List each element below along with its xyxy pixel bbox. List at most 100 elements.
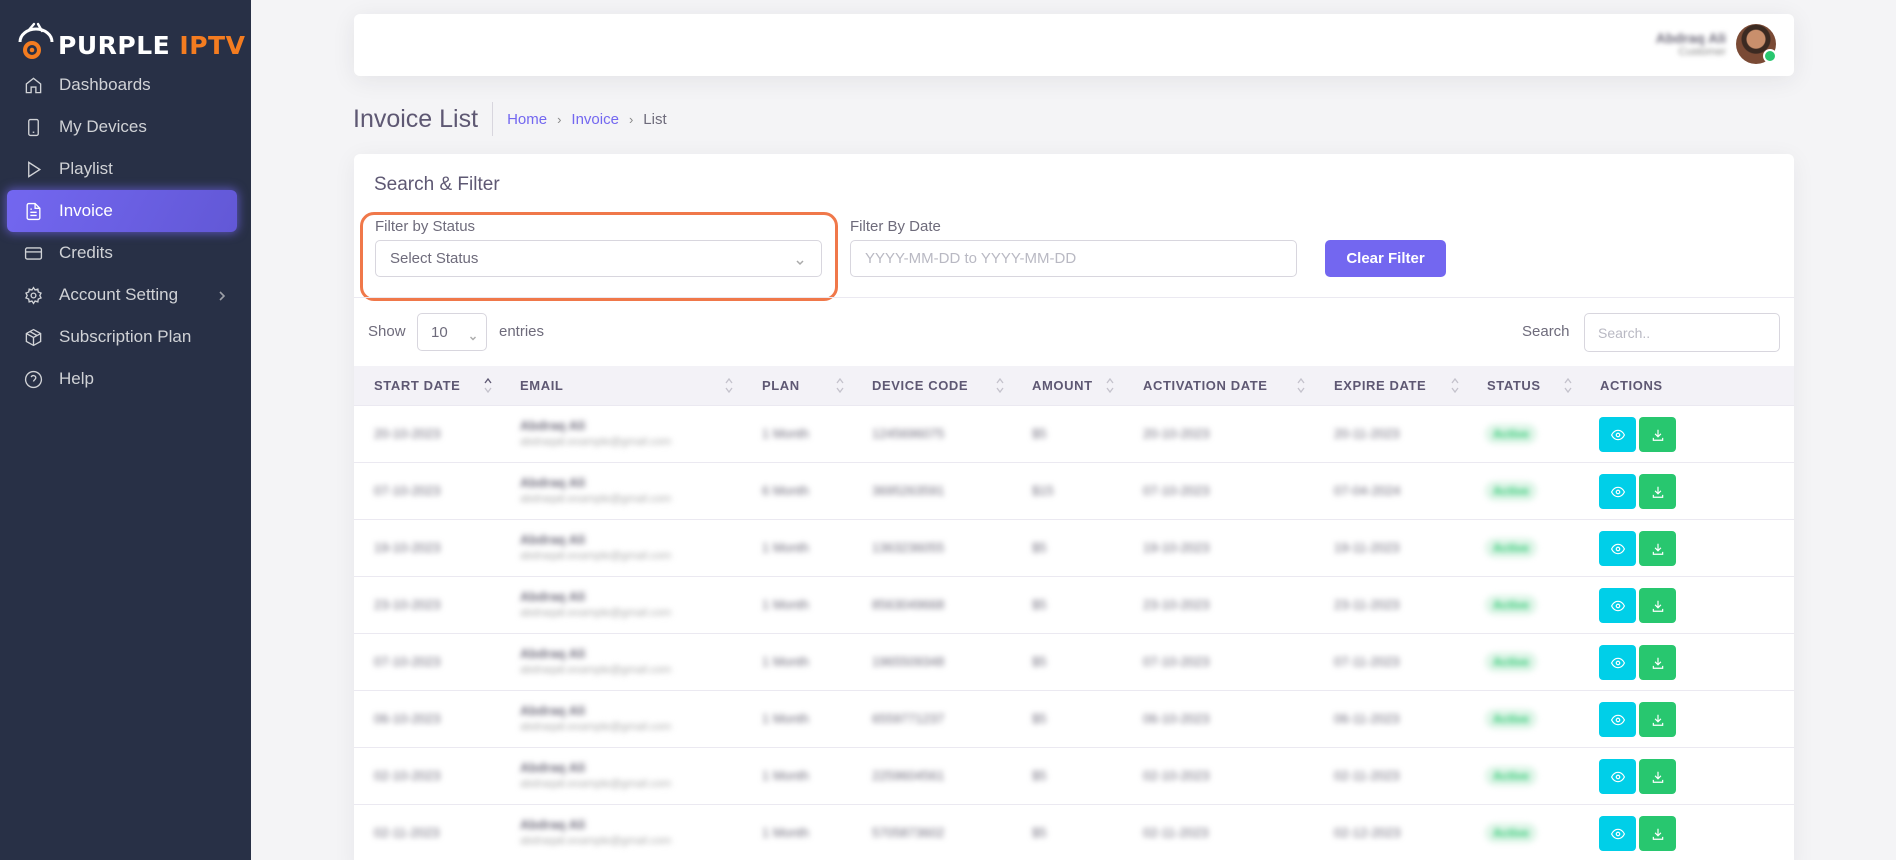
sort-icon[interactable] <box>1106 377 1114 394</box>
cell-activation-date: 23-10-2023 <box>1143 597 1210 612</box>
page-header: Invoice List Home › Invoice › List <box>353 102 667 136</box>
cell-name: Abdraq Ali <box>520 475 586 490</box>
cell-amount: $5 <box>1032 711 1047 726</box>
sidebar-item-label: Playlist <box>59 159 113 178</box>
cell-expire-date: 02-12-2023 <box>1334 825 1401 840</box>
column-header-actions: ACTIONS <box>1600 378 1663 393</box>
download-button[interactable] <box>1639 816 1676 851</box>
view-button[interactable] <box>1599 816 1636 851</box>
sidebar-item-dashboards[interactable]: Dashboards <box>7 64 237 106</box>
sort-icon[interactable] <box>725 377 733 394</box>
status-badge: Active <box>1485 538 1538 558</box>
cell-device-code: 2259604561 <box>872 768 945 783</box>
table-row: 07-10-2023 Abdraq Ali abdraqali.example@… <box>354 462 1794 519</box>
view-button[interactable] <box>1599 702 1636 737</box>
cell-email: abdraqali.example@gmail.com <box>520 721 672 733</box>
divider <box>354 297 1794 298</box>
view-button[interactable] <box>1599 588 1636 623</box>
cell-email: abdraqali.example@gmail.com <box>520 835 672 847</box>
sort-icon[interactable] <box>836 377 844 394</box>
sort-icon[interactable] <box>1564 377 1572 394</box>
sort-icon[interactable] <box>1451 377 1459 394</box>
download-icon <box>1652 657 1663 669</box>
download-icon <box>1652 714 1663 726</box>
sidebar-item-credits[interactable]: Credits <box>7 232 237 274</box>
sidebar-item-my-devices[interactable]: My Devices <box>7 106 237 148</box>
cell-start-date: 23-10-2023 <box>374 597 441 612</box>
brand-logo[interactable]: PURPLE IPTV <box>16 18 245 62</box>
sort-icon[interactable] <box>996 377 1004 394</box>
download-button[interactable] <box>1639 759 1676 794</box>
cell-name: Abdraq Ali <box>520 817 586 832</box>
status-badge: Active <box>1485 595 1538 615</box>
cell-amount: $5 <box>1032 768 1047 783</box>
avatar[interactable] <box>1736 24 1777 64</box>
cell-expire-date: 02-11-2023 <box>1334 768 1400 783</box>
cell-email: abdraqali.example@gmail.com <box>520 493 672 505</box>
download-button[interactable] <box>1639 531 1676 566</box>
cell-expire-date: 07-11-2023 <box>1334 654 1400 669</box>
sidebar-item-playlist[interactable]: Playlist <box>7 148 237 190</box>
breadcrumb-home[interactable]: Home <box>507 111 547 128</box>
column-header-amount[interactable]: AMOUNT <box>1032 366 1093 405</box>
chevron-down-icon <box>795 254 805 266</box>
download-button[interactable] <box>1639 645 1676 680</box>
download-button[interactable] <box>1639 417 1676 452</box>
cell-start-date: 19-10-2023 <box>374 540 441 555</box>
sort-icon[interactable] <box>1297 377 1305 394</box>
cell-start-date: 02-11-2023 <box>374 825 440 840</box>
column-header-status[interactable]: STATUS <box>1487 366 1541 405</box>
brand-wordmark: PURPLE IPTV <box>58 31 246 60</box>
clear-filter-button[interactable]: Clear Filter <box>1325 240 1446 277</box>
column-header-expire-date[interactable]: EXPIRE DATE <box>1334 366 1426 405</box>
sidebar-item-help[interactable]: Help <box>7 358 237 400</box>
breadcrumb-invoice[interactable]: Invoice <box>571 111 619 128</box>
page-length-select[interactable]: 10 <box>417 313 487 351</box>
sidebar-nav: Dashboards My Devices Playlist Invoice C… <box>7 64 237 400</box>
column-header-email[interactable]: EMAIL <box>520 366 563 405</box>
column-header-activation-date[interactable]: ACTIVATION DATE <box>1143 366 1268 405</box>
view-button[interactable] <box>1599 759 1636 794</box>
cell-plan: 1 Month <box>762 825 809 840</box>
download-button[interactable] <box>1639 474 1676 509</box>
sidebar-item-label: Help <box>59 369 94 388</box>
sidebar-item-account-setting[interactable]: Account Setting <box>7 274 237 316</box>
table-row: 07-10-2023 Abdraq Ali abdraqali.example@… <box>354 633 1794 690</box>
sidebar-item-subscription-plan[interactable]: Subscription Plan <box>7 316 237 358</box>
table-row: 23-10-2023 Abdraq Ali abdraqali.example@… <box>354 576 1794 633</box>
status-badge: Active <box>1485 766 1538 786</box>
row-data: 19-10-2023 Abdraq Ali abdraqali.example@… <box>354 520 1594 577</box>
date-filter-label: Filter By Date <box>850 218 941 235</box>
sidebar-item-invoice[interactable]: Invoice <box>7 190 237 232</box>
cell-email: abdraqali.example@gmail.com <box>520 550 672 562</box>
cell-start-date: 07-10-2023 <box>374 483 441 498</box>
view-button[interactable] <box>1599 417 1636 452</box>
sort-icon[interactable] <box>484 377 492 394</box>
search-input[interactable] <box>1584 313 1780 352</box>
cell-expire-date: 19-11-2023 <box>1334 540 1400 555</box>
cell-start-date: 02-10-2023 <box>374 768 441 783</box>
chevron-down-icon <box>469 329 477 341</box>
cell-activation-date: 07-10-2023 <box>1143 654 1210 669</box>
column-header-plan[interactable]: PLAN <box>762 366 800 405</box>
status-badge: Active <box>1485 709 1538 729</box>
cell-expire-date: 07-04-2024 <box>1334 483 1401 498</box>
view-button[interactable] <box>1599 474 1636 509</box>
table-header: START DATE EMAIL PLAN DEVICE CODE AMOUNT… <box>354 366 1794 405</box>
filter-title: Search & Filter <box>374 174 500 195</box>
cell-email: abdraqali.example@gmail.com <box>520 778 672 790</box>
column-header-start-date[interactable]: START DATE <box>374 366 460 405</box>
breadcrumb: Home › Invoice › List <box>507 111 667 128</box>
user-menu[interactable]: Abdraq Ali Customer <box>1656 24 1777 64</box>
view-button[interactable] <box>1599 531 1636 566</box>
date-range-input[interactable] <box>850 240 1297 277</box>
download-icon <box>1652 429 1663 441</box>
cell-plan: 1 Month <box>762 540 809 555</box>
column-header-device-code[interactable]: DEVICE CODE <box>872 366 968 405</box>
cell-amount: $5 <box>1032 654 1047 669</box>
view-button[interactable] <box>1599 645 1636 680</box>
cell-name: Abdraq Ali <box>520 589 586 604</box>
download-button[interactable] <box>1639 702 1676 737</box>
download-button[interactable] <box>1639 588 1676 623</box>
status-select[interactable]: Select Status <box>375 240 822 277</box>
